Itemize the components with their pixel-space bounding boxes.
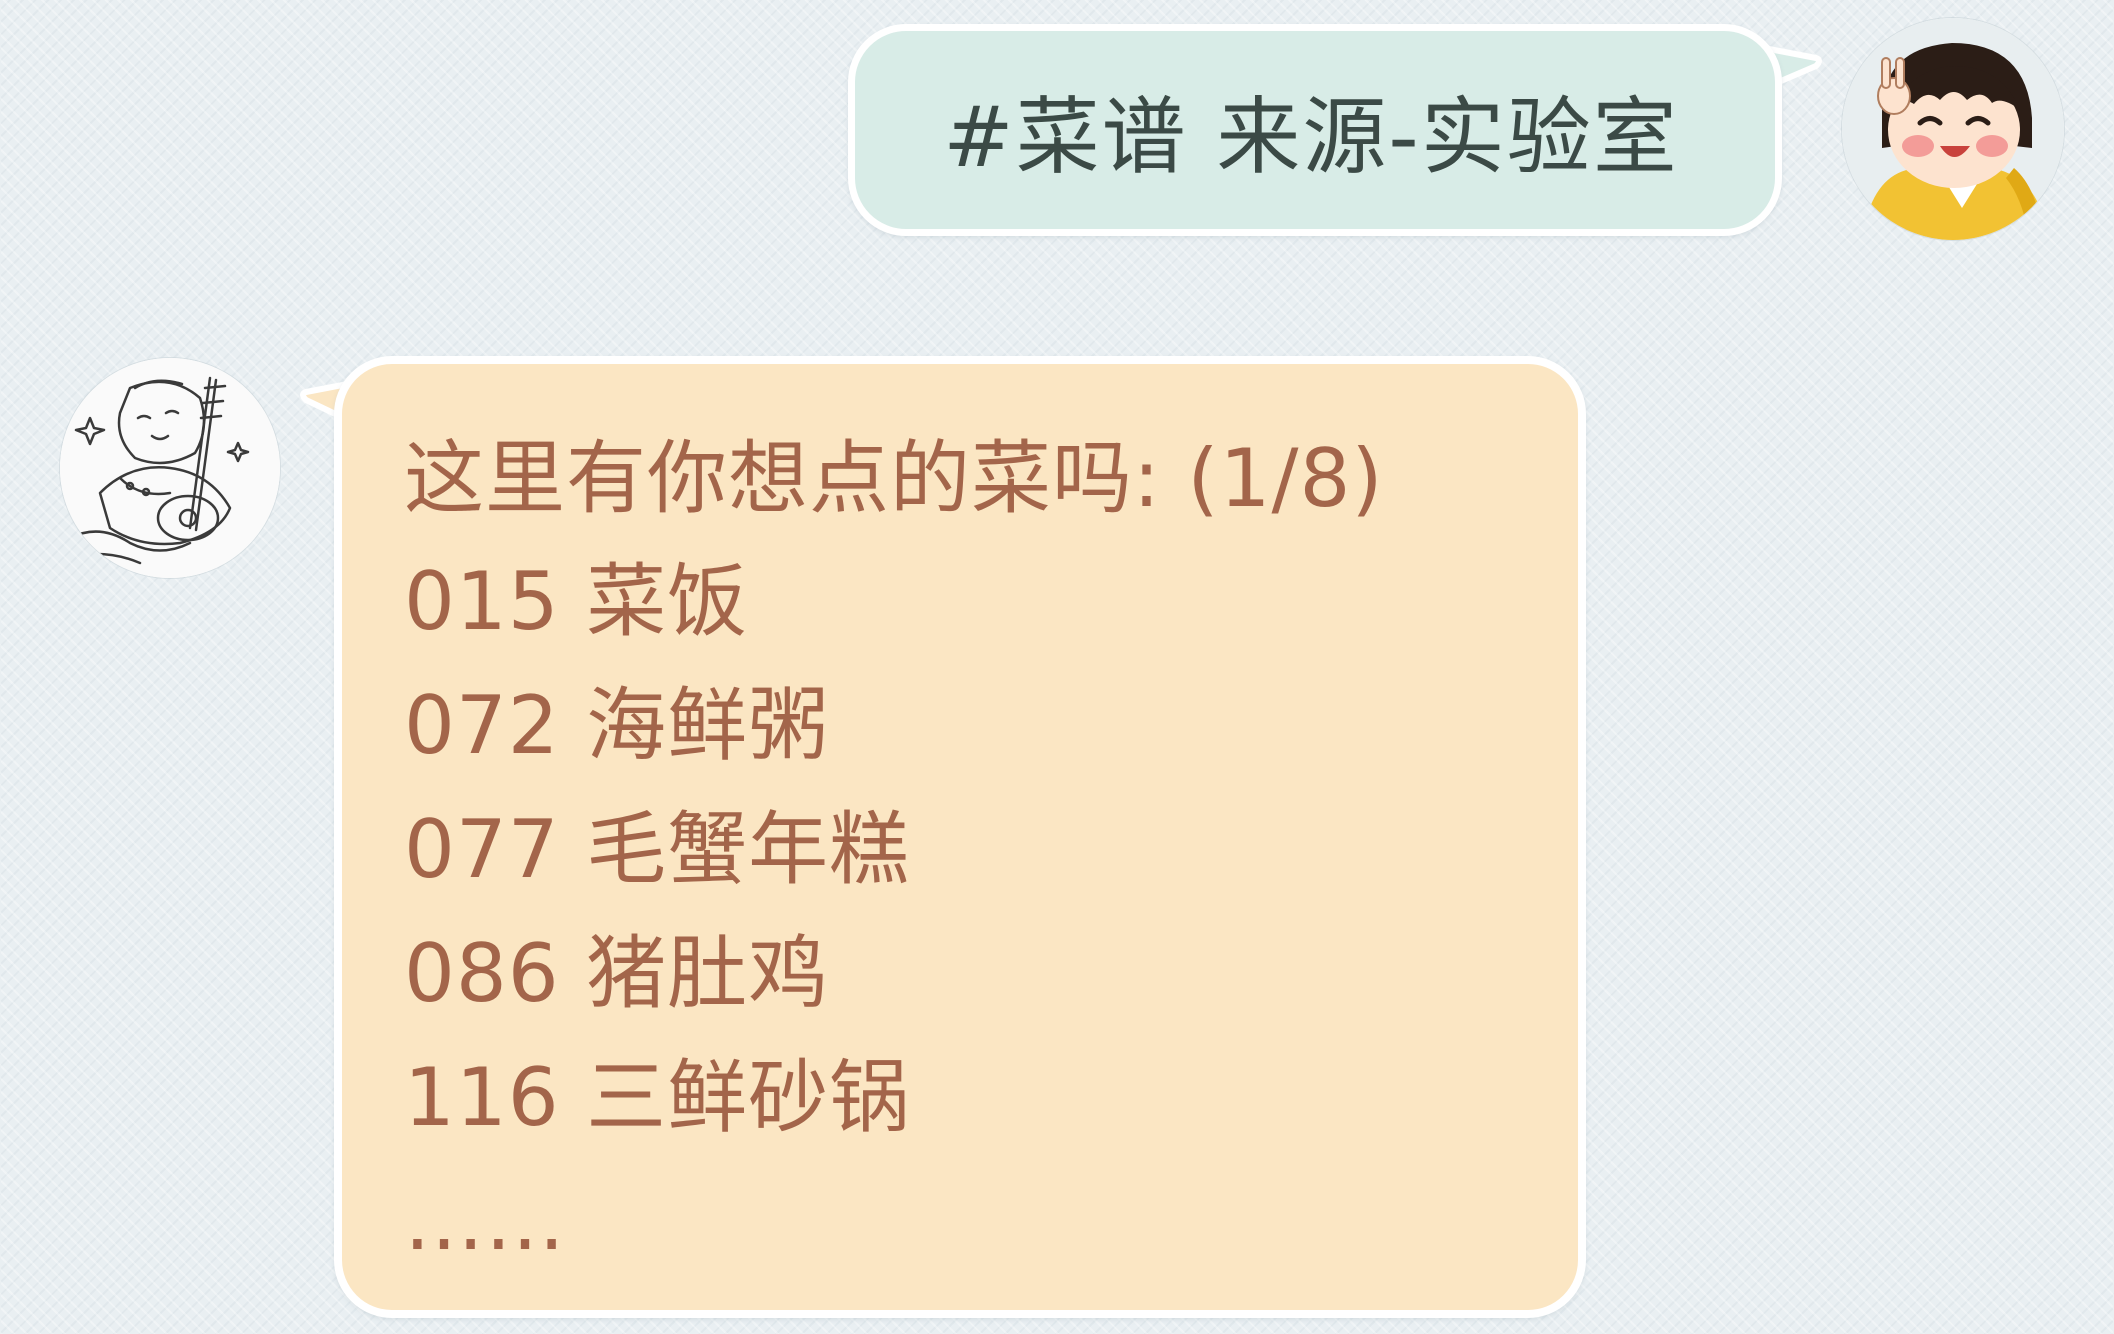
bot-avatar[interactable] (60, 358, 280, 578)
cartoon-girl-avatar-icon (1842, 18, 2064, 240)
menu-item: 077 毛蟹年糕 (404, 803, 911, 896)
sketch-musician-avatar-icon (60, 358, 280, 578)
outgoing-message-text: #菜谱 来源-实验室 (943, 87, 1679, 186)
menu-item: 116 三鲜砂锅 (404, 1051, 911, 1144)
menu-ellipsis: …… (404, 1175, 566, 1268)
menu-item: 015 菜饭 (404, 555, 749, 648)
user-avatar[interactable] (1842, 18, 2064, 240)
menu-item: 086 猪肚鸡 (404, 927, 830, 1020)
menu-header-text: 这里有你想点的菜吗: (1/8) (404, 432, 1384, 525)
incoming-message-bubble[interactable]: 这里有你想点的菜吗: (1/8) 015 菜饭 072 海鲜粥 077 毛蟹年糕… (334, 356, 1586, 1318)
outgoing-message-bubble[interactable]: #菜谱 来源-实验室 (848, 24, 1782, 236)
menu-item: 072 海鲜粥 (404, 679, 830, 772)
